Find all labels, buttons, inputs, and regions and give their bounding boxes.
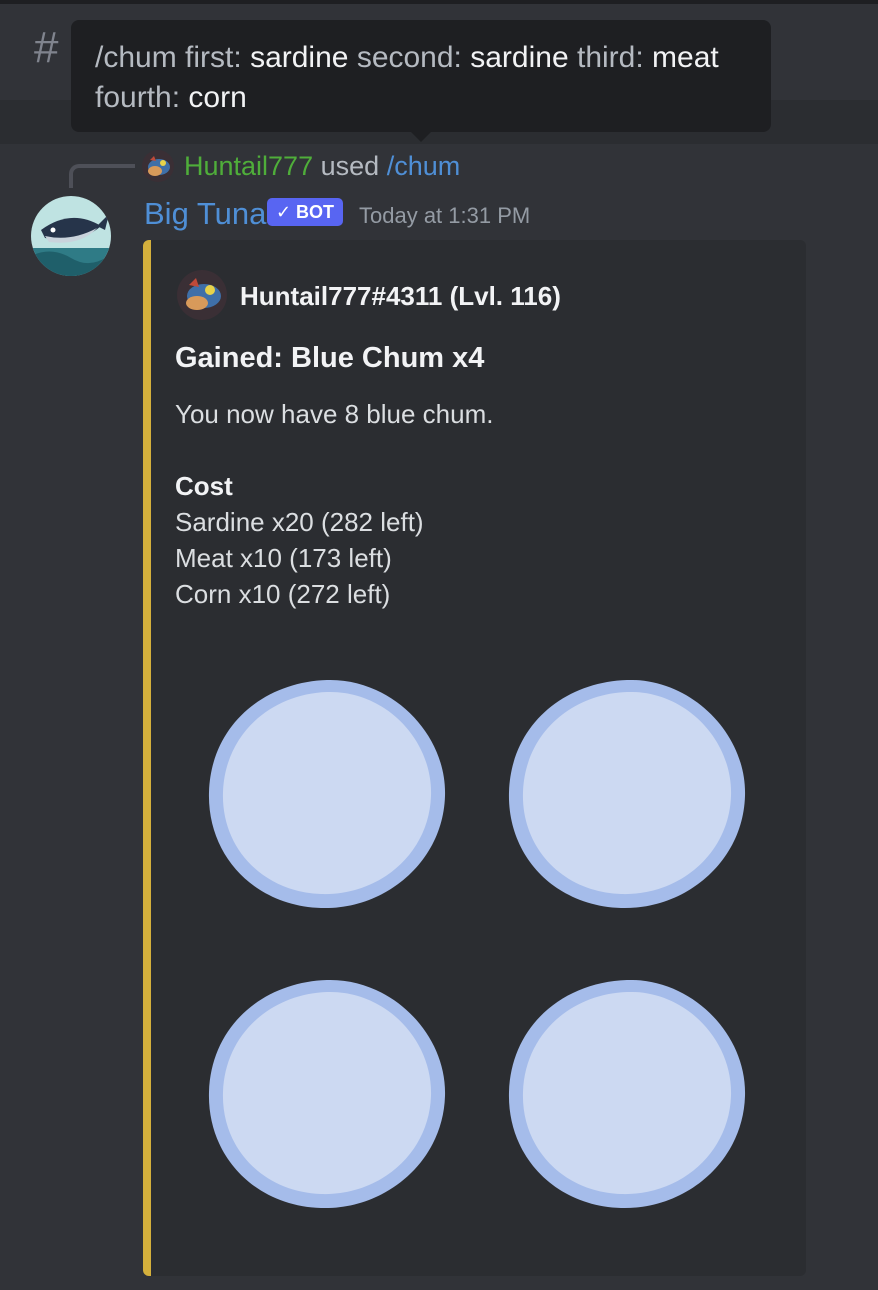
reply-command[interactable]: /chum — [387, 151, 461, 181]
reply-avatar[interactable] — [142, 150, 174, 182]
message-embed: Huntail777#4311 (Lvl. 116) Gained: Blue … — [143, 240, 806, 1276]
blue-chum-icon — [508, 679, 746, 909]
embed-author-avatar — [177, 270, 227, 320]
tooltip-option-name: third: — [576, 41, 644, 74]
bot-badge: ✓ BOT — [267, 198, 343, 226]
tooltip-option-name: second: — [356, 41, 462, 74]
embed-description: You now have 8 blue chum. — [175, 399, 494, 429]
tooltip-command: /chum — [95, 41, 177, 74]
bot-username[interactable]: Big Tuna — [144, 194, 266, 234]
reply-used-text: used — [320, 151, 380, 181]
cost-label: Cost — [175, 471, 233, 501]
tooltip-option-value: corn — [188, 81, 247, 114]
blue-chum-icon — [208, 679, 446, 909]
tooltip-option-value: sardine — [250, 41, 349, 74]
message-timestamp[interactable]: Today at 1:31 PM — [359, 198, 530, 234]
check-icon: ✓ — [275, 202, 292, 222]
tooltip-option-name: first: — [185, 41, 242, 74]
tooltip-arrow — [410, 131, 432, 142]
cost-line: Sardine x20 (282 left) — [175, 507, 424, 537]
cost-line: Corn x10 (272 left) — [175, 579, 391, 609]
cost-line: Meat x10 (173 left) — [175, 543, 392, 573]
tooltip-option-name: fourth: — [95, 81, 181, 114]
window-top-border — [0, 0, 878, 4]
embed-author: Huntail777#4311 (Lvl. 116) — [240, 281, 561, 311]
reply-connector — [69, 164, 135, 188]
bot-badge-label: BOT — [296, 202, 335, 222]
embed-title: Gained: Blue Chum x4 — [175, 342, 485, 374]
blue-chum-icon — [208, 979, 446, 1209]
command-tooltip: /chum first: sardine second: sardine thi… — [71, 20, 771, 132]
reply-username[interactable]: Huntail777 — [184, 151, 313, 181]
reply-context: Huntail777 used /chum — [184, 148, 460, 184]
hash-icon: # — [34, 23, 59, 72]
blue-chum-icon — [508, 979, 746, 1209]
tooltip-option-value: meat — [652, 41, 719, 74]
tooltip-option-value: sardine — [470, 41, 569, 74]
bot-avatar[interactable] — [31, 196, 111, 276]
